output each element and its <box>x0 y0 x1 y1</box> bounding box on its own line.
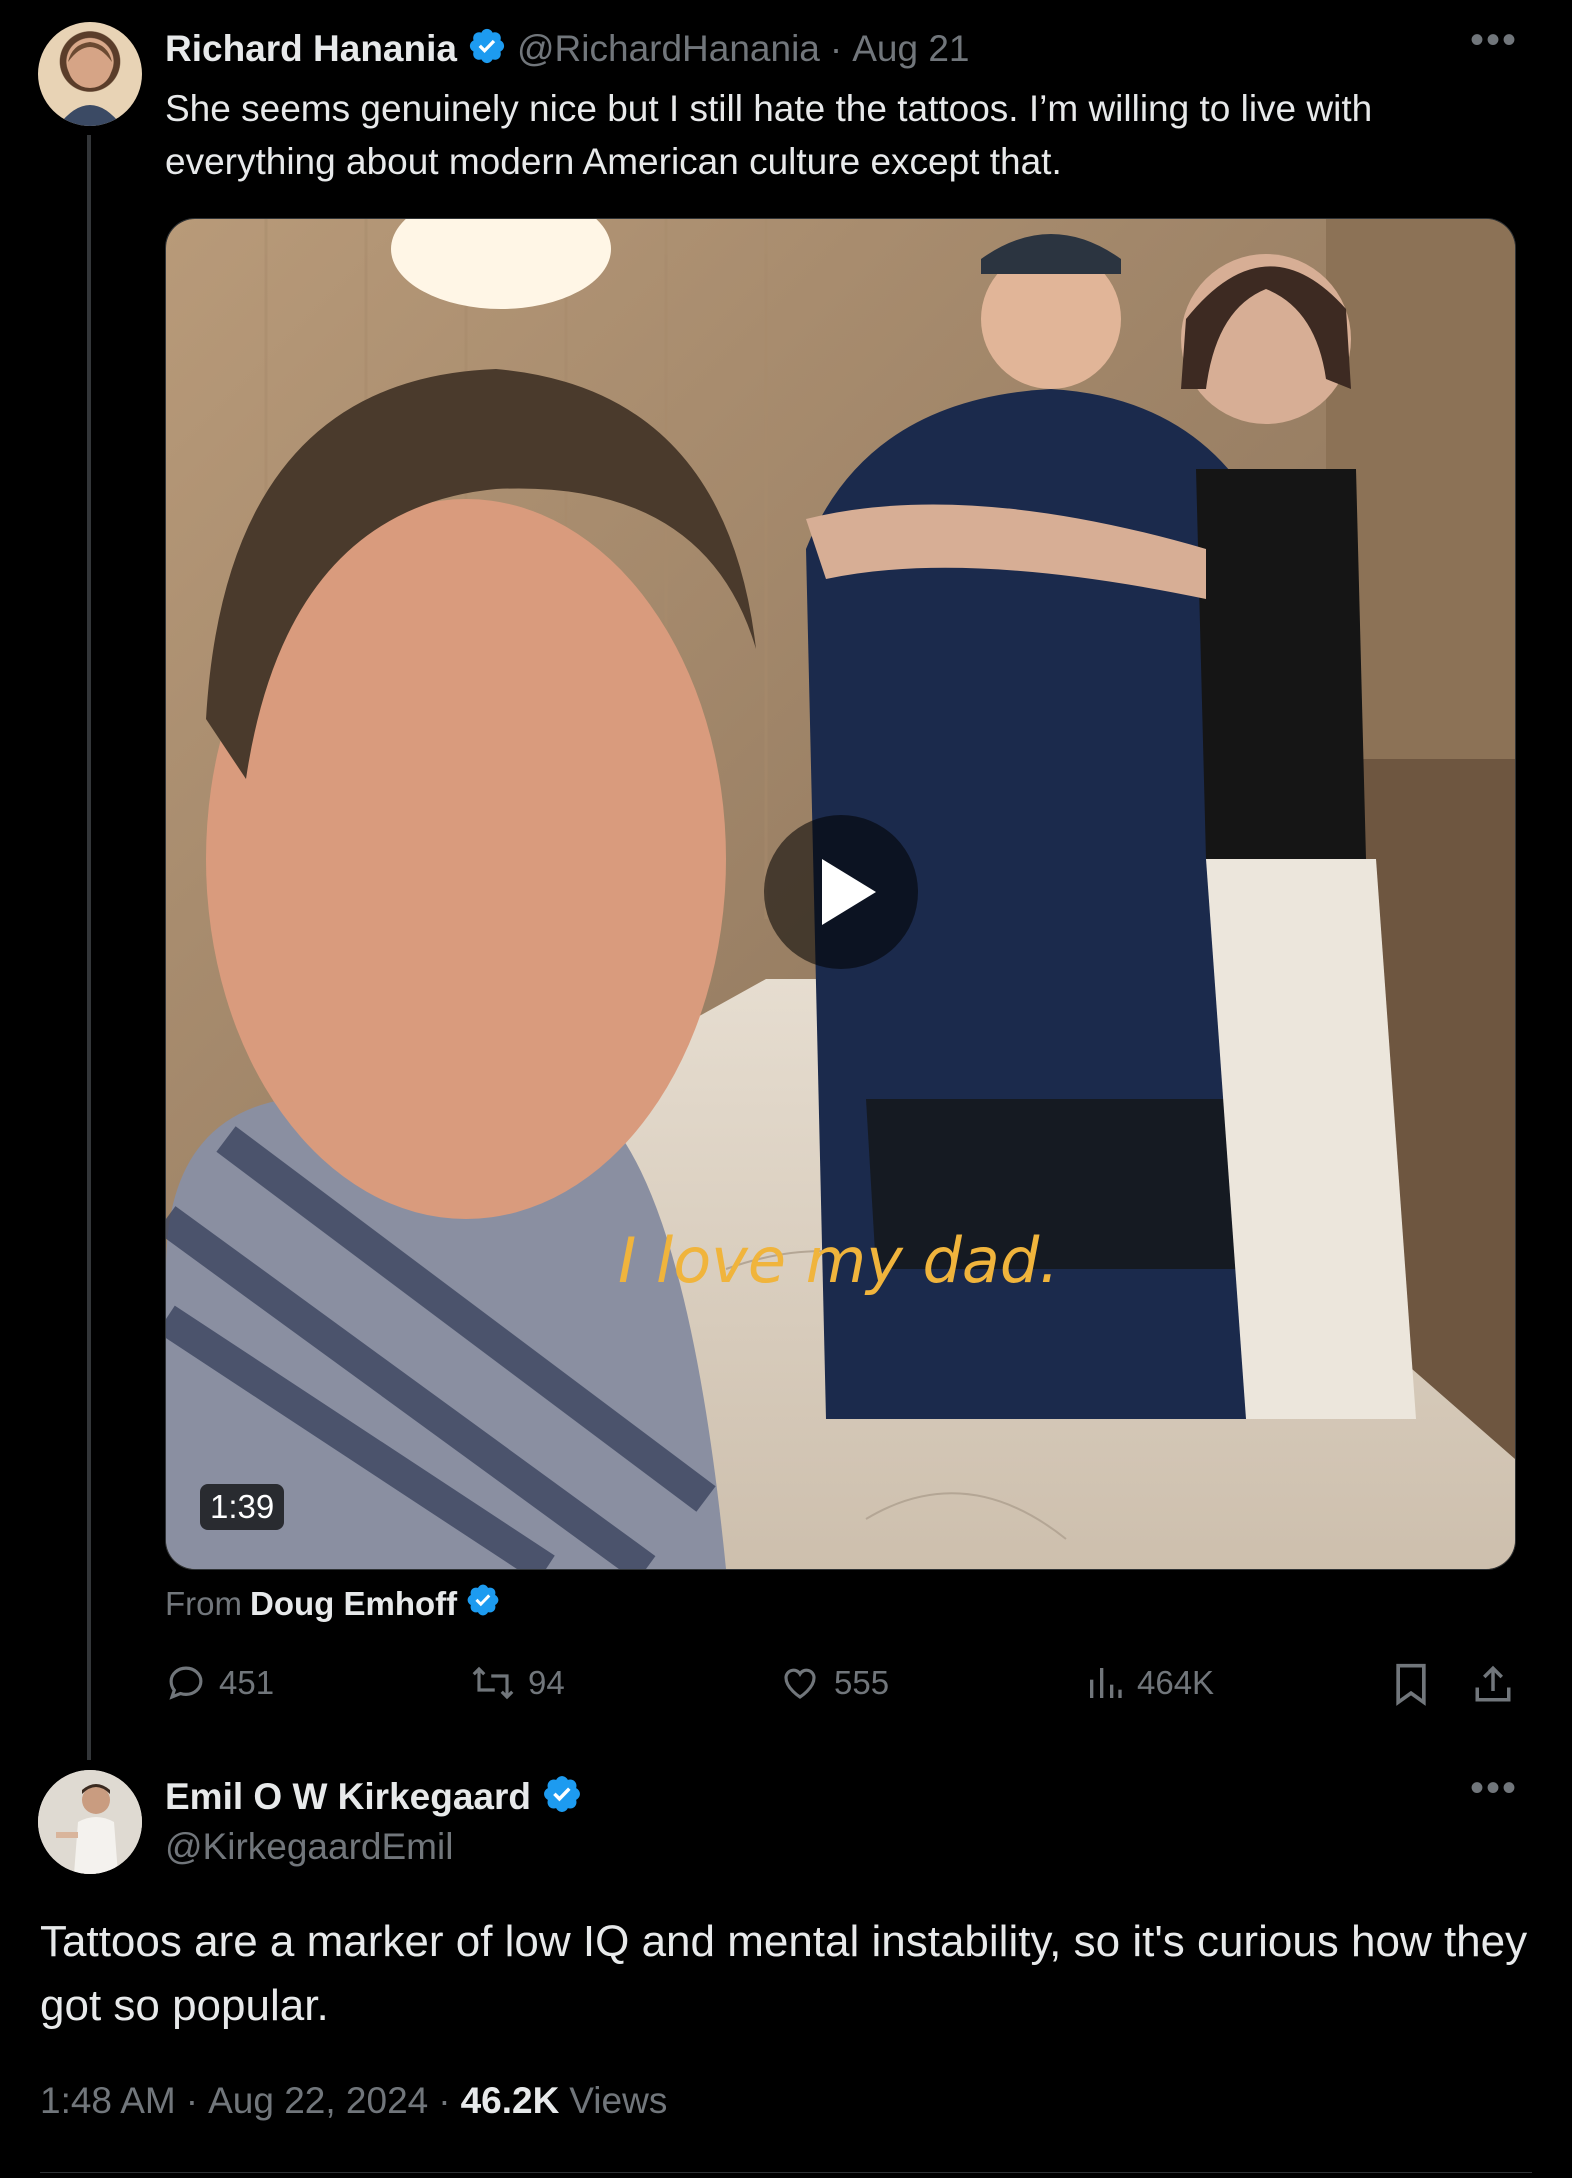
author-handle[interactable]: @RichardHanania <box>517 28 820 70</box>
like-icon <box>784 1668 816 1699</box>
like-button[interactable]: 555 <box>778 1662 889 1704</box>
meta-separator: · <box>438 2080 451 2121</box>
tweet-date[interactable]: Aug 21 <box>852 28 969 70</box>
repost-icon <box>472 1666 514 1700</box>
video-player[interactable]: I love my dad. 1:39 <box>165 218 1516 1570</box>
views-count[interactable]: 46.2K <box>461 2080 560 2122</box>
verified-badge-icon <box>465 1582 501 1626</box>
author-name[interactable]: Richard Hanania <box>165 28 457 70</box>
tweet-text: She seems genuinely nice but I still hat… <box>165 88 1373 182</box>
views-count: 464K <box>1137 1664 1215 1701</box>
repost-button[interactable]: 94 <box>470 1662 565 1704</box>
video-duration: 1:39 <box>200 1484 285 1530</box>
like-count: 555 <box>834 1664 890 1701</box>
verified-badge-icon <box>467 26 507 71</box>
author-handle[interactable]: @KirkegaardEmil <box>165 1826 453 1868</box>
video-caption: I love my dad. <box>618 1224 1059 1297</box>
bookmark-button[interactable] <box>1392 1662 1430 1706</box>
more-icon[interactable]: ••• <box>1470 18 1518 63</box>
repost-count: 94 <box>528 1664 565 1701</box>
tweet-date[interactable]: Aug 22, 2024 <box>208 2080 428 2122</box>
reply-icon <box>169 1666 203 1700</box>
views-label: Views <box>569 2080 668 2121</box>
avatar-richard-hanania[interactable] <box>38 22 142 126</box>
avatar-emil-kirkegaard[interactable] <box>38 1770 142 1874</box>
tweet-time[interactable]: 1:48 AM <box>40 2080 176 2122</box>
meta-separator: · <box>185 2080 199 2121</box>
views-icon <box>1090 1668 1122 1698</box>
share-button[interactable] <box>1472 1662 1514 1706</box>
tweet-text: Tattoos are a marker of low IQ and menta… <box>40 1917 1528 2030</box>
from-prefix: From <box>165 1585 242 1622</box>
reply-button[interactable]: 451 <box>165 1662 274 1704</box>
meta-separator: · <box>829 27 843 69</box>
share-icon <box>1475 1665 1511 1702</box>
reply-count: 451 <box>219 1664 275 1701</box>
from-author-link[interactable]: Doug Emhoff <box>250 1585 457 1623</box>
bookmark-icon <box>1396 1663 1426 1706</box>
play-button[interactable] <box>764 815 918 969</box>
avatar-face-icon <box>58 42 122 126</box>
avatar-person-icon <box>38 1770 142 1874</box>
views-button[interactable]: 464K <box>1085 1662 1214 1704</box>
verified-badge-icon <box>541 1773 583 1820</box>
author-name[interactable]: Emil O W Kirkegaard <box>165 1776 531 1818</box>
more-icon[interactable]: ••• <box>1470 1766 1518 1811</box>
play-icon <box>822 859 876 925</box>
thread-connector <box>87 135 91 1760</box>
divider <box>40 2172 1532 2173</box>
